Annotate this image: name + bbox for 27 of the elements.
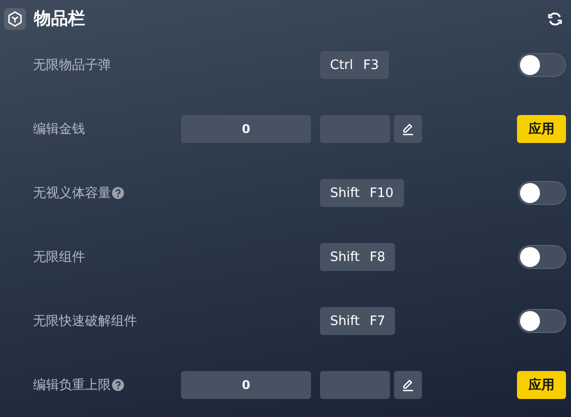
hotkey-field[interactable] [320,371,390,399]
setting-label: 无限快速破解组件 [33,313,137,330]
setting-label: 编辑金钱 [33,121,85,138]
toggle-switch[interactable] [518,181,566,205]
hotkey-chip[interactable]: Shift F8 [320,243,396,271]
help-icon[interactable] [112,187,124,199]
setting-label: 无视义体容量 [33,185,111,202]
apply-button[interactable]: 应用 [517,371,566,399]
apply-button[interactable]: 应用 [517,115,566,143]
value-field[interactable]: 0 [181,371,311,399]
toggle-switch[interactable] [518,245,566,269]
cube-icon [4,8,26,30]
setting-label: 无限物品子弹 [33,57,111,74]
edit-icon[interactable] [394,371,422,399]
refresh-icon[interactable] [547,10,563,26]
setting-label: 无限组件 [33,249,85,266]
toggle-switch[interactable] [518,53,566,77]
hotkey-chip[interactable]: Ctrl F3 [320,51,389,79]
hotkey-chip[interactable]: Shift F7 [320,307,396,335]
help-icon[interactable] [112,379,124,391]
value-field[interactable]: 0 [181,115,311,143]
edit-icon[interactable] [394,115,422,143]
hotkey-field[interactable] [320,115,390,143]
hotkey-chip[interactable]: Shift F10 [320,179,404,207]
toggle-switch[interactable] [518,309,566,333]
setting-label: 编辑负重上限 [33,377,111,394]
panel-title: 物品栏 [34,8,86,30]
